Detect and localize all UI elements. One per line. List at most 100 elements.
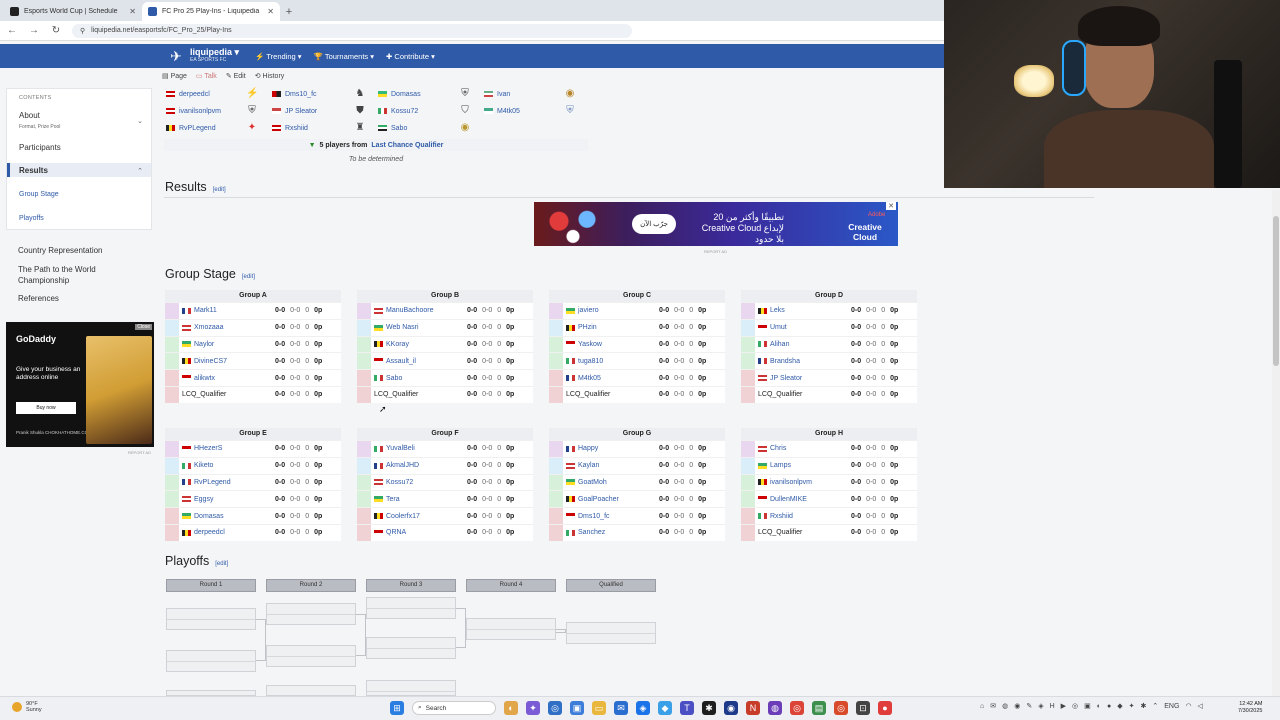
player-name[interactable]: Kaylan <box>563 462 659 469</box>
ad-buy-button[interactable]: Buy now <box>16 402 76 414</box>
toc-item-path-to-world-championship[interactable]: The Path to the World Championship <box>18 264 138 286</box>
reload-icon[interactable]: ↻ <box>50 25 62 36</box>
adobe-ad[interactable]: جرّب الآن 20 تطبيقًا وأكثر من Creative C… <box>534 202 898 246</box>
menu-contribute[interactable]: ✚ Contribute ▾ <box>386 52 435 61</box>
player-name[interactable]: PHzin <box>563 324 659 331</box>
toc-item-references[interactable]: References <box>18 294 59 303</box>
player-name[interactable]: Mark11 <box>179 307 275 314</box>
player-name[interactable]: Sanchez <box>563 529 659 536</box>
tray-icon[interactable]: ✉ <box>990 702 996 710</box>
history-action[interactable]: ⟲ History <box>255 72 285 80</box>
tray-icon[interactable]: ▶ <box>1061 702 1066 710</box>
tray-icon[interactable]: ▣ <box>1084 702 1091 710</box>
tray-icon[interactable]: ◐ <box>1097 703 1101 710</box>
forward-icon[interactable]: → <box>28 25 40 36</box>
tray-icon[interactable]: ◆ <box>1117 702 1122 710</box>
edit-link[interactable]: [edit] <box>215 561 228 567</box>
wifi-icon[interactable]: ◠ <box>1185 702 1191 710</box>
tray-icon[interactable]: ◈ <box>1038 702 1043 710</box>
player-name[interactable]: ivanilsonlpvm <box>755 479 851 486</box>
app-icon[interactable]: ◍ <box>768 701 782 715</box>
player-name[interactable]: QRNA <box>371 529 467 536</box>
new-tab-icon[interactable]: + <box>280 2 298 21</box>
player-name[interactable]: Coolerfx17 <box>371 513 467 520</box>
player-name[interactable]: alikwtx <box>179 375 275 382</box>
ad-close-button[interactable]: Close <box>135 324 152 330</box>
lcq-link[interactable]: Last Chance Qualifier <box>371 142 443 149</box>
player-name[interactable]: Web Nasri <box>371 324 467 331</box>
list-item[interactable]: Dms10_fc <box>272 88 317 100</box>
player-name[interactable]: tuga810 <box>563 358 659 365</box>
player-name[interactable]: DullenMIKE <box>755 496 851 503</box>
volume-icon[interactable]: ◁ <box>1198 702 1203 710</box>
app-icon[interactable]: ◆ <box>658 701 672 715</box>
player-name[interactable]: Naylor <box>179 341 275 348</box>
list-item[interactable]: M4tk05 <box>484 105 520 117</box>
player-name[interactable]: DivineCS7 <box>179 358 275 365</box>
browser-tab-schedule[interactable]: Esports World Cup | Schedule ✕ <box>4 2 142 21</box>
toc-item-country-representation[interactable]: Country Representation <box>18 246 103 255</box>
player-name[interactable]: Brandsha <box>755 358 851 365</box>
url-field[interactable]: ⚲ liquipedia.net/easportsfc/FC_Pro_25/Pl… <box>72 23 632 38</box>
language-indicator[interactable]: ENG <box>1164 703 1179 710</box>
player-name[interactable]: Xmozaaa <box>179 324 275 331</box>
windows-start-icon[interactable]: ⊞ <box>390 701 404 715</box>
list-item[interactable]: derpeedcl <box>166 88 210 100</box>
player-name[interactable]: Rxshiid <box>755 513 851 520</box>
edit-action[interactable]: ✎ Edit <box>226 72 246 80</box>
player-name[interactable]: Sabo <box>371 375 467 382</box>
player-name[interactable]: YuvalBeli <box>371 445 467 452</box>
app-icon[interactable]: ◈ <box>636 701 650 715</box>
list-item[interactable]: Domasas <box>378 88 421 100</box>
app-icon[interactable]: ◎ <box>834 701 848 715</box>
player-name[interactable]: Domasas <box>179 513 275 520</box>
chevron-up-icon[interactable]: ⌃ <box>137 167 143 175</box>
player-name[interactable]: Yaskow <box>563 341 659 348</box>
player-name[interactable]: JP Sleator <box>755 375 851 382</box>
taskbar-search[interactable]: ⌕ Search <box>412 701 496 715</box>
player-name[interactable]: ManuBachoore <box>371 307 467 314</box>
app-icon[interactable]: ◉ <box>724 701 738 715</box>
outlook-icon[interactable]: ✉ <box>614 701 628 715</box>
player-name[interactable]: M4tk05 <box>563 375 659 382</box>
player-name[interactable]: Umut <box>755 324 851 331</box>
player-name[interactable]: Kossu72 <box>371 479 467 486</box>
player-name[interactable]: Eggsy <box>179 496 275 503</box>
tray-icon[interactable]: ◎ <box>1072 702 1078 710</box>
player-name[interactable]: Assault_il <box>371 358 467 365</box>
liquipedia-logo-icon[interactable]: ✈ <box>166 47 186 65</box>
player-name[interactable]: GoatMoh <box>563 479 659 486</box>
file-explorer-icon[interactable]: ▭ <box>592 701 606 715</box>
app-icon[interactable]: ✱ <box>702 701 716 715</box>
toc-item-group-stage[interactable]: Group Stage <box>19 191 59 198</box>
liquipedia-brand[interactable]: liquipedia ▾ EA SPORTS FC <box>190 48 239 64</box>
list-item[interactable]: Kossu72 <box>378 105 418 117</box>
app-icon[interactable]: N <box>746 701 760 715</box>
player-name[interactable]: derpeedcl <box>179 529 275 536</box>
report-ad-link[interactable]: REPORT AD <box>128 450 151 455</box>
app-icon[interactable]: ⊡ <box>856 701 870 715</box>
list-item[interactable]: Rxshiid <box>272 122 308 134</box>
ad-cta-button[interactable]: جرّب الآن <box>632 214 676 234</box>
chevron-down-icon[interactable]: ⌄ <box>137 117 143 125</box>
toc-item-about[interactable]: About <box>19 111 40 120</box>
player-name[interactable]: Dms10_fc <box>563 513 659 520</box>
player-name[interactable]: RvPLegend <box>179 479 275 486</box>
site-info-icon[interactable]: ⚲ <box>80 27 85 35</box>
tray-icon[interactable]: ● <box>1107 703 1111 710</box>
toc-item-about-sub[interactable]: Format, Prize Pool <box>19 124 60 130</box>
edit-link[interactable]: [edit] <box>242 274 255 280</box>
toc-item-participants[interactable]: Participants <box>19 143 61 152</box>
tray-icon[interactable]: ✱ <box>1141 702 1147 710</box>
tray-icon[interactable]: ✎ <box>1026 702 1032 710</box>
menu-tournaments[interactable]: 🏆 Tournaments ▾ <box>314 52 375 61</box>
player-name[interactable]: Happy <box>563 445 659 452</box>
tray-icon[interactable]: ⌃ <box>1152 702 1158 710</box>
store-icon[interactable]: ▣ <box>570 701 584 715</box>
player-name[interactable]: Alihan <box>755 341 851 348</box>
page-action[interactable]: ▤ Page <box>162 72 187 80</box>
tray-icon[interactable]: ⌂ <box>980 703 984 710</box>
player-name[interactable]: Chris <box>755 445 851 452</box>
close-tab-icon[interactable]: ✕ <box>267 7 274 16</box>
player-name[interactable]: Tera <box>371 496 467 503</box>
